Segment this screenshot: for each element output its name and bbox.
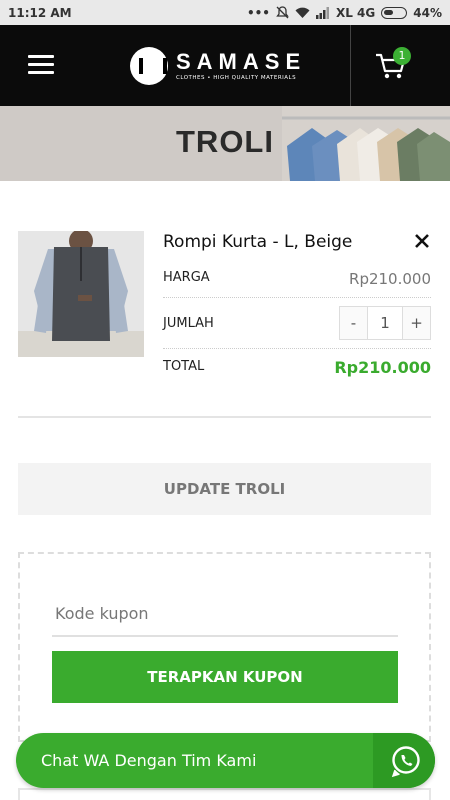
update-cart-button[interactable]: UPDATE TROLI xyxy=(18,463,431,515)
brand-logo[interactable]: SAMASE CLOTHES • HIGH QUALITY MATERIALS xyxy=(130,47,306,85)
cart-count-badge: 1 xyxy=(393,47,411,65)
header-divider xyxy=(350,25,351,106)
price-label: HARGA xyxy=(163,270,210,285)
quantity-increase-button[interactable]: + xyxy=(403,307,430,339)
whatsapp-chat-label: Chat WA Dengan Tim Kami xyxy=(41,751,257,770)
wifi-icon xyxy=(295,7,310,18)
status-bar: 11:12 AM ••• XL 4G 44% xyxy=(0,0,450,25)
apply-coupon-button[interactable]: TERAPKAN KUPON xyxy=(52,651,398,703)
row-divider xyxy=(163,348,431,349)
site-header: SAMASE CLOTHES • HIGH QUALITY MATERIALS … xyxy=(0,25,450,106)
total-value: Rp210.000 xyxy=(334,358,431,377)
section-divider xyxy=(18,416,431,418)
brand-name: SAMASE xyxy=(176,49,307,74)
quantity-label: JUMLAH xyxy=(163,316,214,331)
brand-tagline: CLOTHES • HIGH QUALITY MATERIALS xyxy=(176,75,297,81)
status-indicators: ••• XL 4G 44% xyxy=(247,6,442,20)
carrier-label: XL 4G xyxy=(335,5,376,20)
coupon-section xyxy=(18,552,431,742)
remove-item-close-icon[interactable] xyxy=(411,230,433,252)
row-divider xyxy=(163,297,431,298)
next-section-edge xyxy=(18,788,431,800)
product-image[interactable] xyxy=(18,231,144,357)
quantity-decrease-button[interactable]: - xyxy=(340,307,367,339)
quantity-stepper: - 1 + xyxy=(339,306,431,340)
page-banner: TROLI xyxy=(0,106,450,181)
whatsapp-icon-container xyxy=(373,733,435,788)
battery-icon xyxy=(381,6,408,19)
quantity-input[interactable]: 1 xyxy=(367,307,403,339)
more-icon: ••• xyxy=(246,5,270,20)
total-label: TOTAL xyxy=(163,359,205,374)
price-value: Rp210.000 xyxy=(349,270,431,288)
signal-icon xyxy=(315,6,329,19)
mute-icon xyxy=(276,6,289,19)
coupon-code-input[interactable] xyxy=(52,591,398,637)
whatsapp-chat-button[interactable]: Chat WA Dengan Tim Kami xyxy=(16,733,435,788)
logo-mark-icon xyxy=(130,47,168,85)
battery-percent: 44% xyxy=(413,5,442,20)
product-name[interactable]: Rompi Kurta - L, Beige xyxy=(163,232,352,252)
whatsapp-icon xyxy=(391,746,420,778)
page-title: TROLI xyxy=(176,124,274,159)
hamburger-menu-icon[interactable] xyxy=(28,55,54,75)
status-time: 11:12 AM xyxy=(8,5,72,20)
